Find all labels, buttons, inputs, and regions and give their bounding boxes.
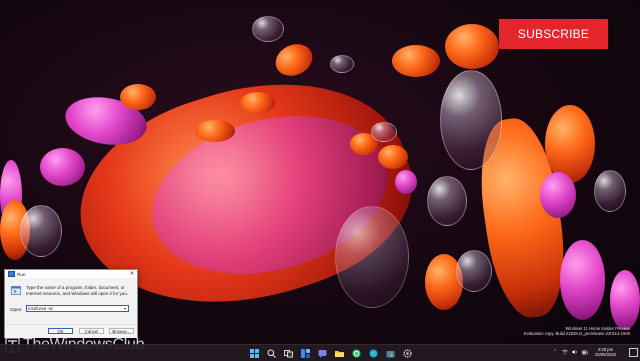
wallpaper-shape <box>560 240 605 320</box>
task-view-icon[interactable] <box>282 347 294 359</box>
wallpaper-shape <box>440 70 502 170</box>
widgets-icon[interactable] <box>299 347 311 359</box>
system-tray: ⌃ 2:28 pm 25/05/2022 <box>552 347 616 357</box>
open-command-value: msdt.exe -id <box>28 305 53 311</box>
wallpaper-shape <box>270 38 318 82</box>
wallpaper-shape <box>427 176 467 226</box>
browse-button[interactable]: Browse... <box>109 328 134 334</box>
taskbar-apps <box>248 347 413 359</box>
wallpaper-shape <box>240 92 275 114</box>
close-icon[interactable]: ✕ <box>127 270 137 278</box>
wallpaper-shape <box>610 270 640 330</box>
cancel-button[interactable]: Cancel <box>79 328 104 334</box>
teams-chat-icon[interactable] <box>316 347 328 359</box>
notification-icon[interactable] <box>629 348 638 357</box>
wifi-icon[interactable] <box>562 348 568 356</box>
wallpaper-shape <box>40 148 85 186</box>
run-dialog: Run ✕ Type the name of a program, folder… <box>4 269 138 338</box>
wallpaper-shape <box>335 206 409 308</box>
run-app-icon <box>8 271 15 277</box>
chevron-down-icon[interactable]: ▾ <box>122 306 128 312</box>
build-number: Evaluation copy. Build 22538.rs_prerelea… <box>523 331 630 336</box>
windows-start-icon[interactable] <box>248 347 260 359</box>
settings-icon[interactable] <box>401 347 413 359</box>
wallpaper-shape <box>378 145 408 169</box>
wallpaper-shape <box>445 24 499 69</box>
run-dialog-titlebar[interactable]: Run ✕ <box>5 270 137 278</box>
run-program-icon <box>11 286 21 295</box>
wallpaper-shape <box>330 55 354 73</box>
build-watermark: Windows 11 Home Insider Preview Evaluati… <box>524 326 630 336</box>
wallpaper-shape <box>456 250 492 292</box>
battery-icon[interactable] <box>582 348 588 356</box>
open-command-input[interactable]: msdt.exe -id ▾ <box>26 305 129 312</box>
run-description: Type the name of a program, folder, docu… <box>26 285 129 296</box>
wallpaper-shape <box>392 45 440 77</box>
file-explorer-icon[interactable] <box>333 347 345 359</box>
wallpaper-shape <box>371 122 397 142</box>
wallpaper-shape <box>195 120 235 142</box>
open-label: Open: <box>10 307 23 312</box>
ok-button[interactable]: OK <box>48 328 73 334</box>
taskbar-clock[interactable]: 2:28 pm 25/05/2022 <box>595 347 616 357</box>
wallpaper-shape <box>252 16 284 42</box>
wallpaper-shape <box>120 84 156 110</box>
wallpaper-shape <box>594 170 626 212</box>
clock-date: 25/05/2022 <box>595 352 616 357</box>
store-icon[interactable] <box>384 347 396 359</box>
whatsapp-icon[interactable] <box>350 347 362 359</box>
search-icon[interactable] <box>265 347 277 359</box>
volume-icon[interactable] <box>572 348 578 356</box>
edge-icon[interactable] <box>367 347 379 359</box>
wallpaper-shape <box>540 172 576 218</box>
chevron-up-icon[interactable]: ⌃ <box>552 348 558 356</box>
subscribe-button[interactable]: SUBSCRIBE <box>499 19 608 49</box>
wallpaper-shape <box>20 205 62 257</box>
run-dialog-title: Run <box>17 271 26 277</box>
taskbar: ⌃ 2:28 pm 25/05/2022 <box>0 344 640 361</box>
wallpaper-shape <box>395 170 417 194</box>
wallpaper-shape <box>545 105 595 183</box>
run-dialog-body: Type the name of a program, folder, docu… <box>5 278 137 338</box>
